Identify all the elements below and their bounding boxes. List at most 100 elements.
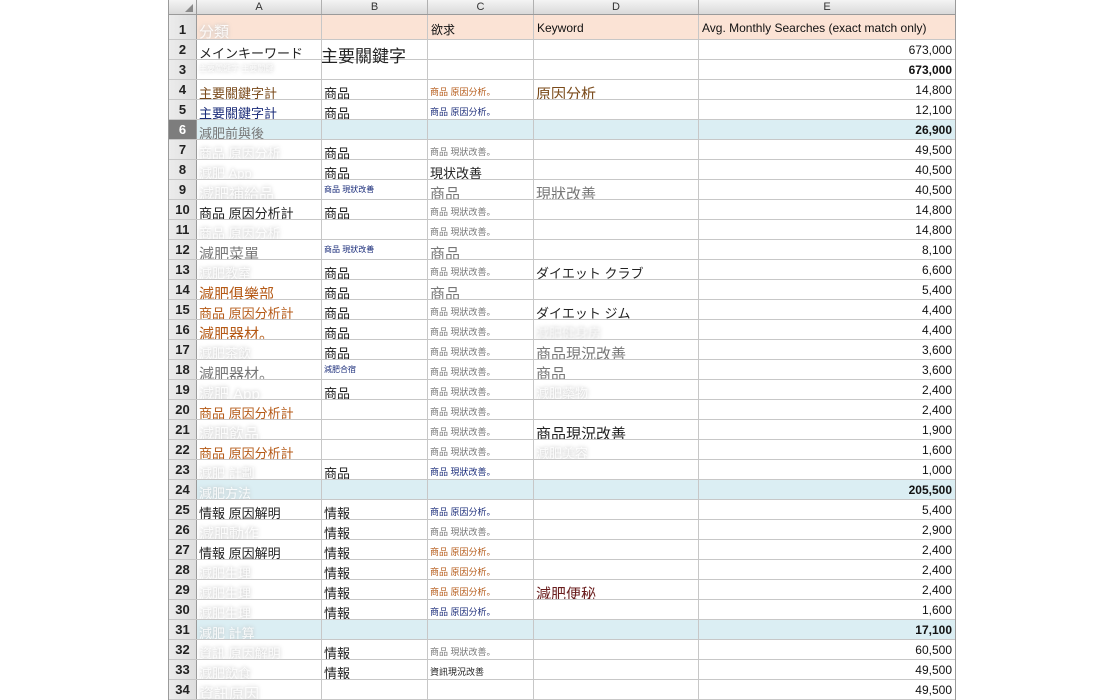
cell-a[interactable]: 商品 原因分析 [197,140,322,159]
cell-a[interactable]: 商品 原因分析 [197,220,322,239]
row-number[interactable]: 23 [169,460,197,479]
cell-e[interactable]: 49,500 [699,680,955,699]
cell-c[interactable]: 商品 現狀改善。 [428,200,534,219]
cell-a[interactable]: 減肥方法 [197,480,322,499]
cell-c[interactable]: 商品 現狀改善。 [428,420,534,439]
row-number[interactable]: 15 [169,300,197,319]
cell-e[interactable]: 673,000 [699,60,955,79]
cell-a[interactable]: 減肥生理 [197,580,322,599]
cell-c[interactable]: 商品 現狀改善。 [428,520,534,539]
cell-e[interactable]: 1,900 [699,420,955,439]
cell-d[interactable]: ダイエット ジム [534,300,699,319]
column-header-e[interactable]: E [699,0,955,14]
cell-a[interactable]: 資訊 原因解明 [197,640,322,659]
cell-d[interactable] [534,160,699,179]
cell-d[interactable] [534,60,699,79]
cell-d[interactable] [534,480,699,499]
cell-b[interactable]: 情報 [322,600,428,619]
cell-a[interactable]: 減肥動作 [197,520,322,539]
cell-e[interactable]: 2,400 [699,580,955,599]
row-number[interactable]: 4 [169,80,197,99]
cell-a[interactable]: 商品關情報 原因解明 [197,500,322,519]
row-number[interactable]: 22 [169,440,197,459]
cell-a[interactable]: 減肥飲品 [197,420,322,439]
cell-d[interactable] [534,220,699,239]
cell-b[interactable]: 情報 [322,640,428,659]
cell-d[interactable]: 原因分析 [534,80,699,99]
cell-a[interactable]: 商品 原因分析計 [197,440,322,459]
cell-e[interactable]: 49,500 [699,140,955,159]
cell-a[interactable]: 主要關鍵字計 [197,100,322,119]
cell-e[interactable]: 17,100 [699,620,955,639]
row-number[interactable]: 32 [169,640,197,659]
spreadsheet-grid[interactable]: A B C D E 1 分類 欲求 Keyword Avg. Monthly S… [168,0,956,700]
cell-b[interactable] [322,220,428,239]
column-header-b[interactable]: B [322,0,428,14]
row-number[interactable]: 29 [169,580,197,599]
cell-e[interactable]: 2,900 [699,520,955,539]
cell-b[interactable]: 情報 [322,520,428,539]
cell-c[interactable]: 商品 原因分析。 [428,600,534,619]
cell-c[interactable]: 商品 原因分析。 [428,540,534,559]
cell-a[interactable]: 減肥教室 [197,260,322,279]
cell-d[interactable] [534,100,699,119]
cell-e[interactable]: 4,400 [699,300,955,319]
cell-d[interactable] [534,140,699,159]
row-number[interactable]: 30 [169,600,197,619]
cell-e[interactable]: 14,800 [699,220,955,239]
row-number[interactable]: 13 [169,260,197,279]
row-number[interactable]: 24 [169,480,197,499]
cell-d[interactable] [534,560,699,579]
cell-e1[interactable]: Avg. Monthly Searches (exact match only) [699,15,955,39]
cell-e[interactable]: 5,400 [699,500,955,519]
cell-e[interactable]: 1,600 [699,600,955,619]
cell-c[interactable]: 商品 原因分析。 [428,100,534,119]
cell-c[interactable]: 商品 現狀改善。 [428,320,534,339]
cell-d1[interactable]: Keyword [534,15,699,39]
cell-e[interactable]: 2,400 [699,560,955,579]
cell-e[interactable]: 40,500 [699,160,955,179]
cell-b[interactable] [322,60,428,79]
cell-a[interactable]: 減肥 計劃 [197,460,322,479]
cell-b[interactable] [322,680,428,699]
row-number[interactable]: 31 [169,620,197,639]
row-number[interactable]: 2 [169,40,197,59]
cell-e[interactable]: 5,400 [699,280,955,299]
cell-d[interactable] [534,540,699,559]
cell-a[interactable]: 主要關鍵字 主要關鍵 [197,60,322,79]
cell-d[interactable]: 減肥便秘 [534,580,699,599]
cell-a1[interactable]: 分類 [197,15,322,39]
cell-c[interactable]: 商品 原因分析。 [428,580,534,599]
row-number[interactable]: 21 [169,420,197,439]
cell-e[interactable]: 6,600 [699,260,955,279]
cell-d[interactable]: ダイエット クラブ [534,260,699,279]
column-header-d[interactable]: D [534,0,699,14]
cell-b[interactable]: 情報 [322,500,428,519]
row-number[interactable]: 34 [169,680,197,699]
cell-d[interactable] [534,120,699,139]
row-number[interactable]: 11 [169,220,197,239]
row-number[interactable]: 3 [169,60,197,79]
cell-d[interactable]: 減肥藥物 [534,380,699,399]
cell-b[interactable]: 商品 [322,260,428,279]
cell-c[interactable]: 商品 現狀改善。 [428,640,534,659]
cell-e[interactable]: 1,000 [699,460,955,479]
cell-e[interactable]: 2,400 [699,400,955,419]
cell-b[interactable]: 商品 現狀改善 [322,240,428,259]
cell-c[interactable]: 商品 現狀改善。 [428,340,534,359]
cell-b[interactable]: 商品 [322,280,428,299]
row-number[interactable]: 33 [169,660,197,679]
row-number[interactable]: 9 [169,180,197,199]
cell-c[interactable]: 商品 現狀改善。 [428,360,534,379]
row-number[interactable]: 25 [169,500,197,519]
cell-a[interactable]: 減肥菜單 [197,240,322,259]
cell-a[interactable]: 減肥 計算 [197,620,322,639]
cell-b[interactable]: 商品 現狀改善 [322,180,428,199]
cell-b[interactable]: 情報 [322,560,428,579]
cell-d[interactable] [534,200,699,219]
cell-b[interactable]: 商品 [322,340,428,359]
cell-a[interactable]: 商品 原因分析計 [197,400,322,419]
cell-b[interactable] [322,400,428,419]
cell-b[interactable] [322,120,428,139]
cell-a[interactable]: 情報 原因解明 [197,540,322,559]
